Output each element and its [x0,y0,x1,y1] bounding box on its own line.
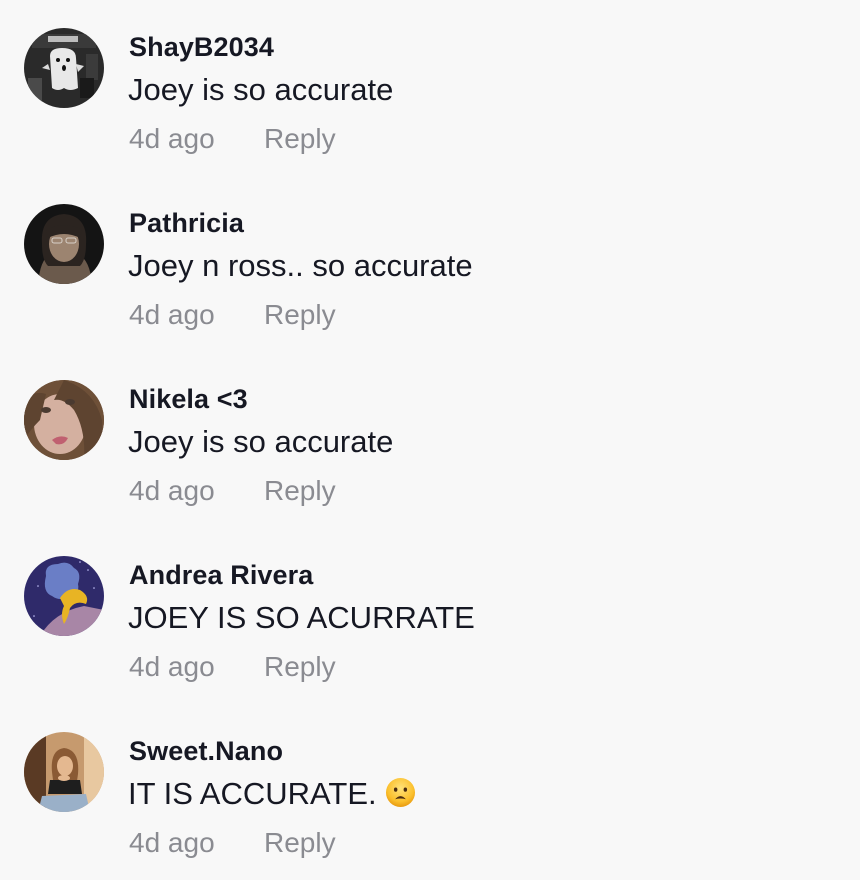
comment-item: Andrea Rivera JOEY IS SO ACURRATE 4d ago… [0,528,860,704]
avatar[interactable] [24,204,104,284]
comment-item: Sweet.Nano IT IS ACCURATE. 4d ago Reply [0,704,860,880]
comment-text: Joey n ross.. so accurate [128,248,473,283]
comment-timestamp: 4d ago [129,475,215,506]
avatar[interactable] [24,556,104,636]
cartoon-avatar-icon [24,556,104,636]
comment-timestamp: 4d ago [129,123,215,154]
avatar[interactable] [24,28,104,108]
person-photo-avatar-icon [24,204,104,284]
comment-username[interactable]: ShayB2034 [129,32,274,63]
person-sitting-photo-avatar-icon [24,732,104,812]
comment-text-body: IT IS ACCURATE. [128,776,377,811]
avatar[interactable] [24,380,104,460]
comment-text: JOEY IS SO ACURRATE [128,600,475,635]
comment-text: Joey is so accurate [128,424,394,459]
ghost-photo-avatar-icon [24,28,104,108]
comment-timestamp: 4d ago [129,299,215,330]
avatar[interactable] [24,732,104,812]
comment-item: Nikela <3 Joey is so accurate 4d ago Rep… [0,352,860,528]
comment-text: IT IS ACCURATE. [128,776,416,812]
selfie-photo-avatar-icon [24,380,104,460]
comment-text: Joey is so accurate [128,72,394,107]
comment-username[interactable]: Pathricia [129,208,244,239]
comment-item: ShayB2034 Joey is so accurate 4d ago Rep… [0,0,860,176]
frowning-face-open-mouth-emoji-icon [385,777,416,808]
reply-button[interactable]: Reply [264,299,336,331]
comment-item: Pathricia Joey n ross.. so accurate 4d a… [0,176,860,352]
reply-button[interactable]: Reply [264,827,336,859]
comment-username[interactable]: Andrea Rivera [129,560,313,591]
reply-button[interactable]: Reply [264,651,336,683]
comment-timestamp: 4d ago [129,827,215,858]
comment-username[interactable]: Nikela <3 [129,384,248,415]
reply-button[interactable]: Reply [264,123,336,155]
comment-username[interactable]: Sweet.Nano [129,736,283,767]
reply-button[interactable]: Reply [264,475,336,507]
comment-timestamp: 4d ago [129,651,215,682]
